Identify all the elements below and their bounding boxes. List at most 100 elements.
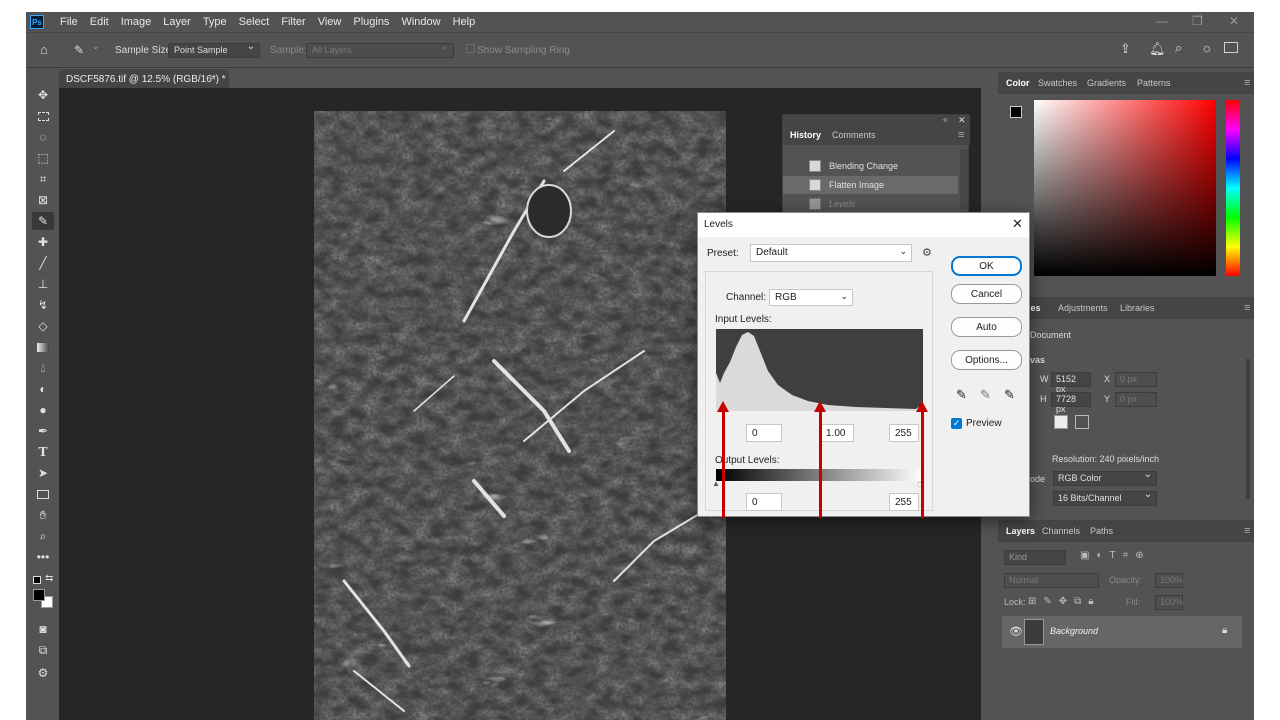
y-field[interactable]: 0 px: [1115, 392, 1157, 407]
bit-depth-select[interactable]: 16 Bits/Channel: [1053, 489, 1157, 506]
sample-size-select[interactable]: Point Sample: [168, 41, 260, 58]
path-select-tool-icon[interactable]: ➤: [32, 464, 54, 482]
tab-channels[interactable]: Channels: [1042, 526, 1080, 536]
quick-mask-icon[interactable]: ◙: [32, 620, 54, 638]
panel-menu-icon[interactable]: ≡: [1244, 77, 1250, 89]
options-button[interactable]: Options...: [951, 350, 1022, 370]
ok-button[interactable]: OK: [951, 256, 1022, 276]
auto-button[interactable]: Auto: [951, 317, 1022, 337]
preset-options-gear-icon[interactable]: ⚙: [922, 246, 932, 259]
tab-color[interactable]: Color: [1006, 78, 1030, 88]
layer-filter-icons[interactable]: ▣◐T⌗⊕: [1080, 550, 1151, 561]
width-field[interactable]: 5152 px: [1051, 372, 1091, 394]
minimize-icon[interactable]: —: [1156, 14, 1168, 28]
show-ring-checkbox[interactable]: [466, 44, 475, 53]
landscape-orientation-icon[interactable]: [1075, 415, 1089, 429]
eraser-tool-icon[interactable]: ◇: [32, 317, 54, 335]
tab-adjustments[interactable]: Adjustments: [1058, 303, 1108, 313]
blur-tool-icon[interactable]: 💧︎: [32, 359, 54, 377]
more-tools-icon[interactable]: •••: [32, 548, 54, 566]
pen-tool-icon[interactable]: ✒: [32, 422, 54, 440]
menu-help[interactable]: Help: [447, 16, 482, 28]
output-black-handle-icon[interactable]: ▲: [712, 479, 720, 488]
lasso-tool-icon[interactable]: ◌: [32, 128, 54, 146]
tab-patterns[interactable]: Patterns: [1137, 78, 1171, 88]
input-white-field[interactable]: 255: [889, 424, 919, 442]
rectangle-tool-icon[interactable]: [32, 485, 54, 503]
history-scrollbar[interactable]: [960, 149, 968, 209]
gray-point-eyedropper-icon[interactable]: ✎: [980, 387, 991, 403]
swap-colors-icon[interactable]: ⇆: [45, 573, 53, 584]
sponge-tool-icon[interactable]: ●: [32, 401, 54, 419]
menu-edit[interactable]: Edit: [84, 16, 115, 28]
input-black-field[interactable]: 0: [746, 424, 782, 442]
tab-swatches[interactable]: Swatches: [1038, 78, 1077, 88]
home-icon[interactable]: ⌂: [40, 42, 48, 57]
clone-stamp-tool-icon[interactable]: ⊥: [32, 275, 54, 293]
menu-view[interactable]: View: [312, 16, 348, 28]
eyedropper-preset-icon[interactable]: ✎: [74, 43, 84, 57]
restore-icon[interactable]: ❐: [1192, 14, 1203, 28]
output-black-field[interactable]: 0: [746, 493, 782, 511]
layer-name[interactable]: Background: [1050, 626, 1098, 636]
move-tool-icon[interactable]: ✥: [32, 86, 54, 104]
menu-plugins[interactable]: Plugins: [347, 16, 395, 28]
tab-gradients[interactable]: Gradients: [1087, 78, 1126, 88]
chevron-down-icon[interactable]: ⌄: [92, 41, 100, 52]
foreground-color-swatch[interactable]: [33, 589, 45, 601]
gradient-tool-icon[interactable]: [32, 338, 54, 356]
lock-icons[interactable]: ⊞✎✥⧉🔒︎: [1028, 596, 1101, 607]
menu-select[interactable]: Select: [233, 16, 276, 28]
bell-icon[interactable]: 🔔︎: [1149, 41, 1166, 57]
workspace-icon[interactable]: [1224, 42, 1238, 53]
menu-layer[interactable]: Layer: [157, 16, 197, 28]
menu-type[interactable]: Type: [197, 16, 233, 28]
preset-select[interactable]: Default ⌄: [750, 244, 912, 262]
type-tool-icon[interactable]: T: [32, 443, 54, 461]
white-point-eyedropper-icon[interactable]: ✎: [1004, 387, 1015, 403]
menu-window[interactable]: Window: [395, 16, 446, 28]
panel-menu-icon[interactable]: ≡: [958, 129, 964, 141]
zoom-tool-icon[interactable]: ⌕: [32, 527, 54, 545]
tab-history[interactable]: History: [790, 130, 821, 140]
eyedropper-tool-icon[interactable]: ✎: [32, 212, 54, 230]
history-row[interactable]: Blending Change: [783, 157, 958, 175]
close-window-icon[interactable]: ✕: [1229, 14, 1239, 28]
hand-tool-icon[interactable]: ✋︎: [32, 506, 54, 524]
fill-field[interactable]: 100%: [1155, 595, 1183, 610]
channel-select[interactable]: RGB ⌄: [769, 289, 853, 306]
menu-file[interactable]: File: [54, 16, 84, 28]
dodge-tool-icon[interactable]: ◐: [32, 380, 54, 398]
tab-comments[interactable]: Comments: [832, 130, 876, 140]
history-row[interactable]: Flatten Image: [783, 176, 958, 194]
marquee-tool-icon[interactable]: [32, 107, 54, 125]
hue-slider[interactable]: [1226, 100, 1240, 276]
object-select-tool-icon[interactable]: ⬚: [32, 149, 54, 167]
preview-checkbox[interactable]: ✓: [951, 418, 962, 429]
black-point-eyedropper-icon[interactable]: ✎: [956, 387, 967, 403]
opacity-field[interactable]: 100%: [1155, 573, 1183, 588]
lightbulb-icon[interactable]: ☼: [1201, 40, 1213, 55]
visibility-eye-icon[interactable]: 👁︎: [1009, 625, 1023, 638]
screen-mode-icon[interactable]: ⧉: [32, 641, 54, 659]
close-tab-icon[interactable]: ×: [210, 73, 216, 84]
share-icon[interactable]: ⇪: [1120, 41, 1131, 57]
edit-toolbar-icon[interactable]: ⚙: [32, 664, 54, 682]
search-icon[interactable]: ⌕: [1175, 40, 1182, 56]
dialog-close-icon[interactable]: ✕: [1012, 216, 1023, 232]
menu-image[interactable]: Image: [115, 16, 158, 28]
canvas-image[interactable]: [314, 111, 726, 720]
frame-tool-icon[interactable]: ⊠: [32, 191, 54, 209]
collapse-icon[interactable]: «: [943, 115, 947, 124]
layer-row-background[interactable]: 👁︎ Background 🔒︎: [1002, 616, 1242, 648]
color-foreground-swatch[interactable]: [1010, 106, 1022, 118]
blend-mode-select[interactable]: Normal: [1004, 573, 1099, 588]
history-brush-tool-icon[interactable]: ↯: [32, 296, 54, 314]
document-tab[interactable]: DSCF5876.tif @ 12.5% (RGB/16*) * ×: [59, 68, 229, 88]
input-gamma-field[interactable]: 1.00: [820, 424, 854, 442]
menu-filter[interactable]: Filter: [275, 16, 311, 28]
x-field[interactable]: 0 px: [1115, 372, 1157, 387]
sample-select[interactable]: All Layers: [306, 41, 454, 58]
history-row[interactable]: Levels: [783, 195, 958, 213]
healing-brush-tool-icon[interactable]: ✚: [32, 233, 54, 251]
